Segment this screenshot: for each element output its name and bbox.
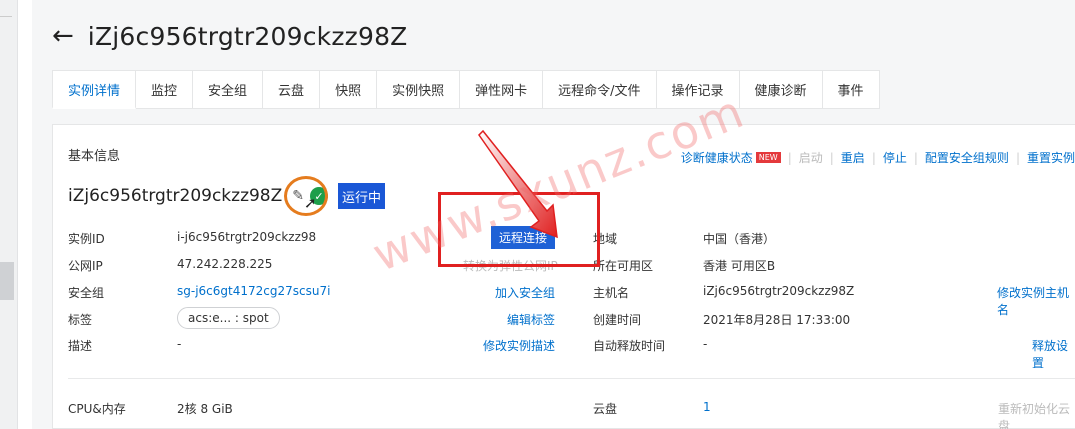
stop-link[interactable]: 停止 (883, 149, 907, 166)
created-time-label: 创建时间 (593, 313, 642, 327)
security-group-link[interactable]: sg-j6c6gt4172cg27scsu7i (177, 284, 330, 298)
restart-link[interactable]: 重启 (841, 149, 865, 166)
section-title: 基本信息 (68, 149, 121, 164)
tab-events[interactable]: 事件 (822, 70, 880, 109)
tab-bar: 实例详情 监控 安全组 云盘 快照 实例快照 弹性网卡 远程命令/文件 操作记录… (52, 70, 880, 109)
tab-health-diagnosis[interactable]: 健康诊断 (739, 70, 823, 109)
cpu-memory-value: 2核 8 GiB (177, 402, 233, 416)
tag-pill[interactable]: acs:e... : spot (177, 307, 280, 329)
convert-eip-link[interactable]: 转换为弹性公网IP (463, 257, 558, 274)
separator: | (1015, 150, 1020, 165)
tab-operation-logs[interactable]: 操作记录 (656, 70, 740, 109)
zone-value: 香港 可用区B (703, 259, 776, 273)
section-divider (68, 378, 1075, 379)
region-value: 中国（香港） (703, 232, 776, 246)
action-bar: 诊断健康状态 NEW | 启动 | 重启 | 停止 | 配置安全组规则 | 重置… (681, 149, 1075, 166)
left-scroll-rail[interactable] (0, 0, 18, 429)
tab-instance-details[interactable]: 实例详情 (52, 70, 137, 109)
new-badge: NEW (755, 152, 781, 163)
separator: | (913, 150, 918, 165)
separator: | (787, 150, 792, 165)
hostname-label: 主机名 (593, 286, 630, 300)
hostname-value: iZj6c956trgtr209ckzz98Z (703, 284, 855, 298)
diagnose-health-link[interactable]: 诊断健康状态 (681, 149, 753, 166)
page-title: iZj6c956trgtr209ckzz98Z (87, 21, 408, 51)
mouse-cursor-icon: ➚ (304, 194, 317, 212)
edit-tags-link[interactable]: 编辑标签 (507, 311, 555, 328)
separator: | (829, 150, 834, 165)
security-group-label: 安全组 (68, 286, 105, 300)
scrollbar-thumb[interactable] (0, 262, 14, 300)
created-time-value: 2021年8月28日 17:33:00 (703, 313, 851, 327)
reinit-disk-link[interactable]: 重新初始化云盘 (998, 400, 1075, 429)
instance-id-value: i-j6c956trgtr209ckzz98 (177, 230, 317, 244)
disks-count-link[interactable]: 1 (703, 400, 711, 414)
tab-disks[interactable]: 云盘 (263, 70, 321, 109)
instance-id-label: 实例ID (68, 232, 105, 246)
tab-snapshots[interactable]: 快照 (320, 70, 378, 109)
start-link[interactable]: 启动 (799, 149, 823, 166)
tags-label: 标签 (68, 313, 93, 327)
back-arrow-icon[interactable]: ← (52, 23, 74, 49)
tab-remote-commands[interactable]: 远程命令/文件 (543, 70, 657, 109)
instance-details-panel: 基本信息 诊断健康状态 NEW | 启动 | 重启 | 停止 | 配置安全组规则… (52, 124, 1075, 429)
status-badge: 运行中 (338, 183, 386, 209)
auto-release-value: - (703, 337, 708, 351)
auto-release-label: 自动释放时间 (593, 339, 666, 353)
configure-sg-rules-link[interactable]: 配置安全组规则 (925, 149, 1009, 166)
page-header: ← iZj6c956trgtr209ckzz98Z (52, 18, 408, 54)
tab-instance-snapshots[interactable]: 实例快照 (377, 70, 461, 109)
join-security-group-link[interactable]: 加入安全组 (495, 284, 555, 301)
instance-name-row: iZj6c956trgtr209ckzz98Z ✎ ✓ 运行中 (68, 181, 386, 211)
cpu-memory-label: CPU&内存 (68, 402, 126, 416)
public-ip-value: 47.242.228.225 (177, 257, 273, 271)
rail-divider (0, 16, 12, 17)
separator: | (871, 150, 876, 165)
tab-eni[interactable]: 弹性网卡 (460, 70, 544, 109)
reset-instance-link[interactable]: 重置实例 (1027, 149, 1075, 166)
region-label: 地域 (593, 232, 618, 246)
tab-security-group[interactable]: 安全组 (193, 70, 264, 109)
tab-monitoring[interactable]: 监控 (136, 70, 194, 109)
left-gutter (18, 0, 32, 429)
instance-name: iZj6c956trgtr209ckzz98Z (68, 186, 283, 206)
description-label: 描述 (68, 339, 93, 353)
public-ip-label: 公网IP (68, 259, 103, 273)
description-value: - (177, 337, 182, 351)
disks-label: 云盘 (593, 402, 618, 416)
edit-hostname-link[interactable]: 修改实例主机名 (997, 284, 1075, 318)
zone-label: 所在可用区 (593, 259, 654, 273)
edit-description-link[interactable]: 修改实例描述 (483, 337, 555, 354)
remote-connect-button[interactable]: 远程连接 (491, 226, 555, 249)
release-settings-link[interactable]: 释放设置 (1032, 337, 1075, 371)
